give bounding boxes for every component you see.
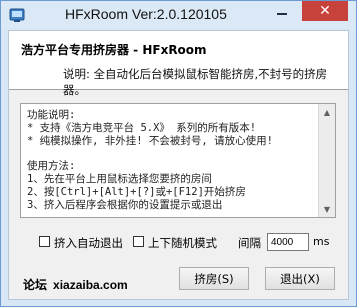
interval-unit: ms	[313, 235, 330, 248]
auto-exit-label: 挤入自动退出	[54, 236, 123, 250]
random-mode-label: 上下随机模式	[148, 236, 217, 250]
info-text: 功能说明: * 支持《浩方电竞平台 5.X》 系列的所有版本! * 纯模拟操作,…	[27, 109, 273, 211]
info-textbox[interactable]: 功能说明: * 支持《浩方电竞平台 5.X》 系列的所有版本! * 纯模拟操作,…	[20, 103, 336, 218]
close-button[interactable]: ✕	[302, 1, 348, 21]
exit-button[interactable]: 退出(X)	[265, 267, 335, 290]
minimize-button[interactable]	[268, 1, 296, 21]
options-row: 挤入自动退出 上下随机模式 间隔 ms	[19, 233, 344, 253]
forum-label: 论坛	[23, 278, 48, 292]
interval-input[interactable]	[267, 233, 309, 251]
scroll-up-arrow-icon[interactable]: ▲	[319, 104, 335, 120]
header-description: 说明: 全自动化后台模拟鼠标智能挤房,不封号的挤房器。	[63, 67, 328, 97]
header-panel: 浩方平台专用挤房器 - HFxRoom 说明: 全自动化后台模拟鼠标智能挤房,不…	[9, 31, 348, 97]
forum-site: xiazaiba.com	[53, 278, 128, 292]
minimize-icon	[277, 13, 287, 15]
title-bar[interactable]: HFxRoom Ver:2.0.120105 ✕	[1, 1, 356, 29]
forum-link[interactable]: 论坛 xiazaiba.com	[23, 276, 128, 293]
app-icon	[9, 8, 25, 22]
close-icon: ✕	[319, 3, 331, 19]
vertical-scrollbar[interactable]: ▲ ▼	[318, 104, 335, 217]
scroll-down-arrow-icon[interactable]: ▼	[319, 201, 335, 217]
interval-label: 间隔	[238, 236, 261, 250]
client-area: 浩方平台专用挤房器 - HFxRoom 说明: 全自动化后台模拟鼠标智能挤房,不…	[8, 30, 349, 300]
app-window: HFxRoom Ver:2.0.120105 ✕ 浩方平台专用挤房器 - HFx…	[0, 0, 357, 307]
window-title: HFxRoom Ver:2.0.120105	[65, 6, 227, 22]
grab-room-button[interactable]: 挤房(S)	[179, 267, 249, 290]
random-mode-checkbox[interactable]	[133, 236, 144, 247]
header-title: 浩方平台专用挤房器 - HFxRoom	[21, 43, 207, 57]
auto-exit-checkbox[interactable]	[39, 236, 50, 247]
